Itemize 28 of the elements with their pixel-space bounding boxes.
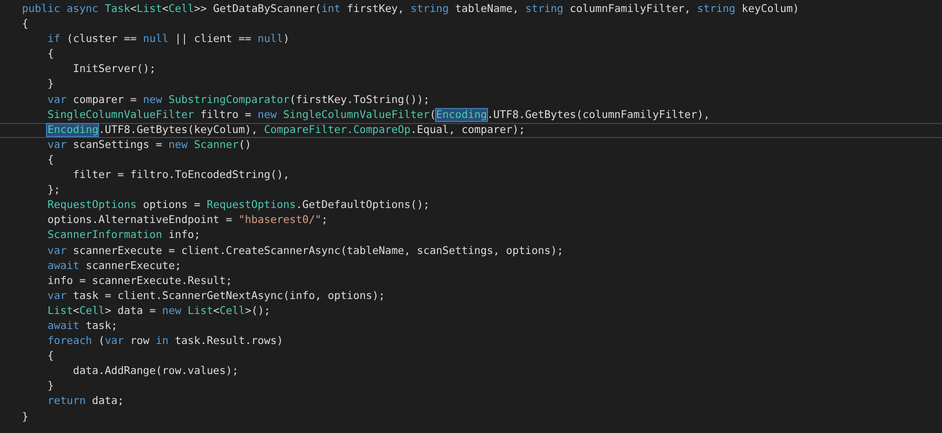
code-line: public async Task<List<Cell>> GetDataByScanner(int firstKey, string tableName, string columnFamilyFilter, string keyColum) (21, 2, 800, 17)
code-line: var comparer = new SubstringComparator(firstKey.ToString()); (46, 92, 431, 108)
code-line: filter = filtro.ToEncodedString(), (72, 168, 290, 184)
code-line: foreach (var row in task.Result.rows) (46, 334, 284, 350)
code-line: info = scannerExecute.Result; (46, 274, 234, 289)
code-line: { (46, 152, 55, 168)
code-line: InitServer(); (72, 62, 157, 78)
code-line: var task = client.ScannerGetNextAsync(info, options); (46, 288, 386, 304)
code-line: return data; (46, 394, 125, 410)
code-line: } (46, 379, 55, 394)
code-line: data.AddRange(row.values); (72, 364, 240, 380)
code-line: }; (46, 183, 62, 198)
code-line: { (46, 349, 55, 364)
code-line: var scanSettings = new Scanner() (46, 138, 252, 153)
code-line: if (cluster == null || client == null) (46, 32, 291, 48)
code-line: Encoding.UTF8.GetBytes(keyColum), CompareFilter.CompareOp.Equal, comparer); (0, 122, 942, 138)
code-line: options.AlternativeEndpoint = "hbaserest0/"; (46, 213, 329, 228)
code-line: ScannerInformation info; (46, 228, 202, 244)
code-line: { (21, 17, 30, 32)
code-line: List<Cell> data = new List<Cell>(); (46, 304, 272, 319)
code-line: var scannerExecute = client.CreateScannerAsync(tableName, scanSettings, options); (46, 244, 564, 258)
code-line: } (46, 77, 55, 92)
code-line: } (21, 410, 30, 425)
code-line: RequestOptions options = RequestOptions.GetDefaultOptions(); (46, 198, 431, 214)
code-line: SingleColumnValueFilter filtro = new SingleColumnValueFilter(Encoding.UTF8.GetBytes(columnFamilyFilter), (46, 108, 711, 123)
code-line: { (46, 47, 55, 62)
code-line: await scannerExecute; (46, 258, 182, 274)
code-line: await task; (46, 318, 119, 334)
